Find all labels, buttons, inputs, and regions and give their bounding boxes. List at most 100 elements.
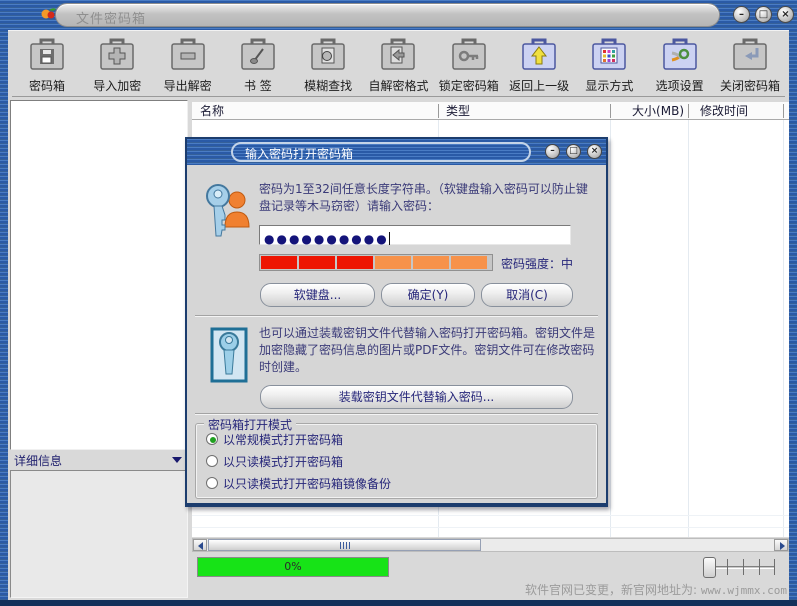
password-input[interactable]: ●●●●●●●●●● bbox=[259, 225, 571, 245]
strength-segment bbox=[451, 256, 487, 269]
column-separator[interactable] bbox=[438, 104, 439, 118]
dialog-body: 密码为1至32间任意长度字符串。（软键盘输入密码可以防止键盘记录等木马窃密）请输… bbox=[187, 165, 606, 503]
scroll-right-button[interactable] bbox=[774, 539, 788, 551]
chevron-down-icon[interactable] bbox=[172, 457, 182, 463]
radio-label: 以只读模式打开密码箱 bbox=[223, 453, 343, 470]
column-header-name[interactable]: 名称 bbox=[200, 102, 224, 120]
maximize-button[interactable]: □ bbox=[755, 6, 772, 23]
slider-track[interactable] bbox=[713, 566, 775, 569]
soft-keyboard-button[interactable]: 软键盘... bbox=[260, 283, 375, 307]
up-level-icon bbox=[519, 36, 559, 76]
radio-button-icon[interactable] bbox=[206, 455, 218, 467]
toolbar-label: 导入加密 bbox=[93, 77, 141, 94]
arrow-left-icon bbox=[198, 542, 203, 550]
keyfile-info-text: 也可以通过装载密钥文件代替输入密码打开密码箱。密钥文件是加密隐藏了密码信息的图片… bbox=[259, 325, 595, 376]
column-header-modified[interactable]: 修改时间 bbox=[700, 102, 748, 120]
cancel-button[interactable]: 取消(C) bbox=[481, 283, 573, 307]
window-title: 文件密码箱 bbox=[76, 8, 146, 27]
radio-label: 以只读模式打开密码箱镜像备份 bbox=[223, 475, 391, 492]
radio-readonly-mirror-mode[interactable]: 以只读模式打开密码箱镜像备份 bbox=[206, 475, 391, 491]
titlebar[interactable]: 文件密码箱 bbox=[55, 3, 720, 27]
close-box-icon bbox=[730, 36, 770, 76]
column-separator[interactable] bbox=[688, 104, 689, 118]
dialog-maximize-button[interactable]: □ bbox=[566, 144, 581, 159]
dialog-close-button[interactable]: × bbox=[587, 144, 602, 159]
radio-readonly-mode[interactable]: 以只读模式打开密码箱 bbox=[206, 453, 343, 469]
grid-line bbox=[192, 515, 789, 516]
status-notice: 软件官网已变更，新官网地址为: www.wjmmx.com bbox=[525, 581, 787, 598]
self-decrypt-format-icon bbox=[378, 36, 418, 76]
dialog-title: 输入密码打开密码箱 bbox=[245, 145, 353, 162]
toolbar-button-close-box[interactable]: 关闭密码箱 bbox=[715, 34, 785, 96]
options-icon bbox=[660, 36, 700, 76]
toolbar-button-up-level[interactable]: 返回上一级 bbox=[504, 34, 574, 96]
toolbar-label: 模糊查找 bbox=[304, 77, 352, 94]
radio-normal-mode[interactable]: 以常规模式打开密码箱 bbox=[206, 431, 343, 447]
radio-label: 以常规模式打开密码箱 bbox=[223, 431, 343, 448]
key-file-icon bbox=[210, 327, 248, 387]
details-info-label: 详细信息 bbox=[14, 452, 62, 469]
toolbar-button-lock-box[interactable]: 锁定密码箱 bbox=[434, 34, 504, 96]
toolbar-button-bookmark[interactable]: 书 签 bbox=[223, 34, 293, 96]
status-notice-url: www.wjmmx.com bbox=[701, 584, 787, 597]
load-keyfile-button[interactable]: 装载密钥文件代替输入密码... bbox=[260, 385, 573, 409]
dialog-titlebar[interactable]: 输入密码打开密码箱 – □ × bbox=[187, 139, 606, 165]
strength-label: 密码强度：中 bbox=[501, 255, 573, 272]
details-info-panel bbox=[10, 470, 188, 598]
zoom-slider[interactable] bbox=[703, 556, 777, 580]
slider-tick bbox=[727, 559, 728, 575]
close-button[interactable]: × bbox=[777, 6, 794, 23]
toolbar-button-options[interactable]: 选项设置 bbox=[645, 34, 715, 96]
toolbar-button-export-decrypt[interactable]: 导出解密 bbox=[153, 34, 223, 96]
folder-tree-panel[interactable] bbox=[10, 100, 188, 450]
thumb-grip bbox=[343, 542, 344, 549]
scroll-left-button[interactable] bbox=[193, 539, 207, 551]
toolbar-button-self-decrypt-format[interactable]: 自解密格式 bbox=[363, 34, 433, 96]
thumb-grip bbox=[346, 542, 347, 549]
view-mode-icon bbox=[589, 36, 629, 76]
slider-tick bbox=[774, 559, 775, 575]
toolbar-label: 密码箱 bbox=[29, 77, 65, 94]
horizontal-scrollbar[interactable] bbox=[192, 538, 789, 552]
toolbar-button-import-encrypt[interactable]: 导入加密 bbox=[82, 34, 152, 96]
radio-button-icon[interactable] bbox=[206, 433, 218, 445]
window-bottom-frame bbox=[0, 600, 797, 606]
details-info-bar[interactable]: 详细信息 bbox=[10, 451, 188, 469]
ok-button[interactable]: 确定(Y) bbox=[381, 283, 475, 307]
radio-button-icon[interactable] bbox=[206, 477, 218, 489]
slider-tick bbox=[743, 559, 744, 575]
strength-segment bbox=[337, 256, 373, 269]
password-box-icon bbox=[27, 36, 67, 76]
toolbar-button-password-box[interactable]: 密码箱 bbox=[12, 34, 82, 96]
open-mode-group: 密码箱打开模式 以常规模式打开密码箱 以只读模式打开密码箱 以只读模式打开密码箱… bbox=[195, 423, 598, 499]
scrollbar-thumb[interactable] bbox=[208, 539, 481, 551]
text-cursor bbox=[389, 232, 390, 245]
slider-tick bbox=[759, 559, 760, 575]
dialog-title-tab: 输入密码打开密码箱 bbox=[231, 142, 531, 162]
lock-box-icon bbox=[449, 36, 489, 76]
toolbar-button-view-mode[interactable]: 显示方式 bbox=[574, 34, 644, 96]
toolbar: 密码箱 导入加密 导出解密 书 签 模糊查找 自解密格式 锁定密码箱 返回上 bbox=[12, 34, 785, 97]
column-separator[interactable] bbox=[783, 104, 784, 118]
export-decrypt-icon bbox=[168, 36, 208, 76]
toolbar-label: 锁定密码箱 bbox=[439, 77, 499, 94]
toolbar-label: 返回上一级 bbox=[509, 77, 569, 94]
dialog-minimize-button[interactable]: – bbox=[545, 144, 560, 159]
password-prompt: 密码为1至32间任意长度字符串。（软键盘输入密码可以防止键盘记录等木马窃密）请输… bbox=[259, 181, 597, 215]
thumb-grip bbox=[349, 542, 350, 549]
thumb-grip bbox=[340, 542, 341, 549]
import-encrypt-icon bbox=[97, 36, 137, 76]
minimize-button[interactable]: – bbox=[733, 6, 750, 23]
toolbar-label: 选项设置 bbox=[656, 77, 704, 94]
strength-bar bbox=[259, 254, 493, 271]
toolbar-label: 关闭密码箱 bbox=[720, 77, 780, 94]
slider-thumb[interactable] bbox=[703, 557, 716, 578]
strength-segment bbox=[413, 256, 449, 269]
arrow-right-icon bbox=[780, 542, 785, 550]
column-header-size[interactable]: 大小(MB) bbox=[616, 102, 684, 120]
grid-line bbox=[783, 120, 784, 537]
column-separator[interactable] bbox=[610, 104, 611, 118]
column-header-type[interactable]: 类型 bbox=[446, 102, 470, 120]
toolbar-button-fuzzy-search[interactable]: 模糊查找 bbox=[293, 34, 363, 96]
strength-segment bbox=[261, 256, 297, 269]
